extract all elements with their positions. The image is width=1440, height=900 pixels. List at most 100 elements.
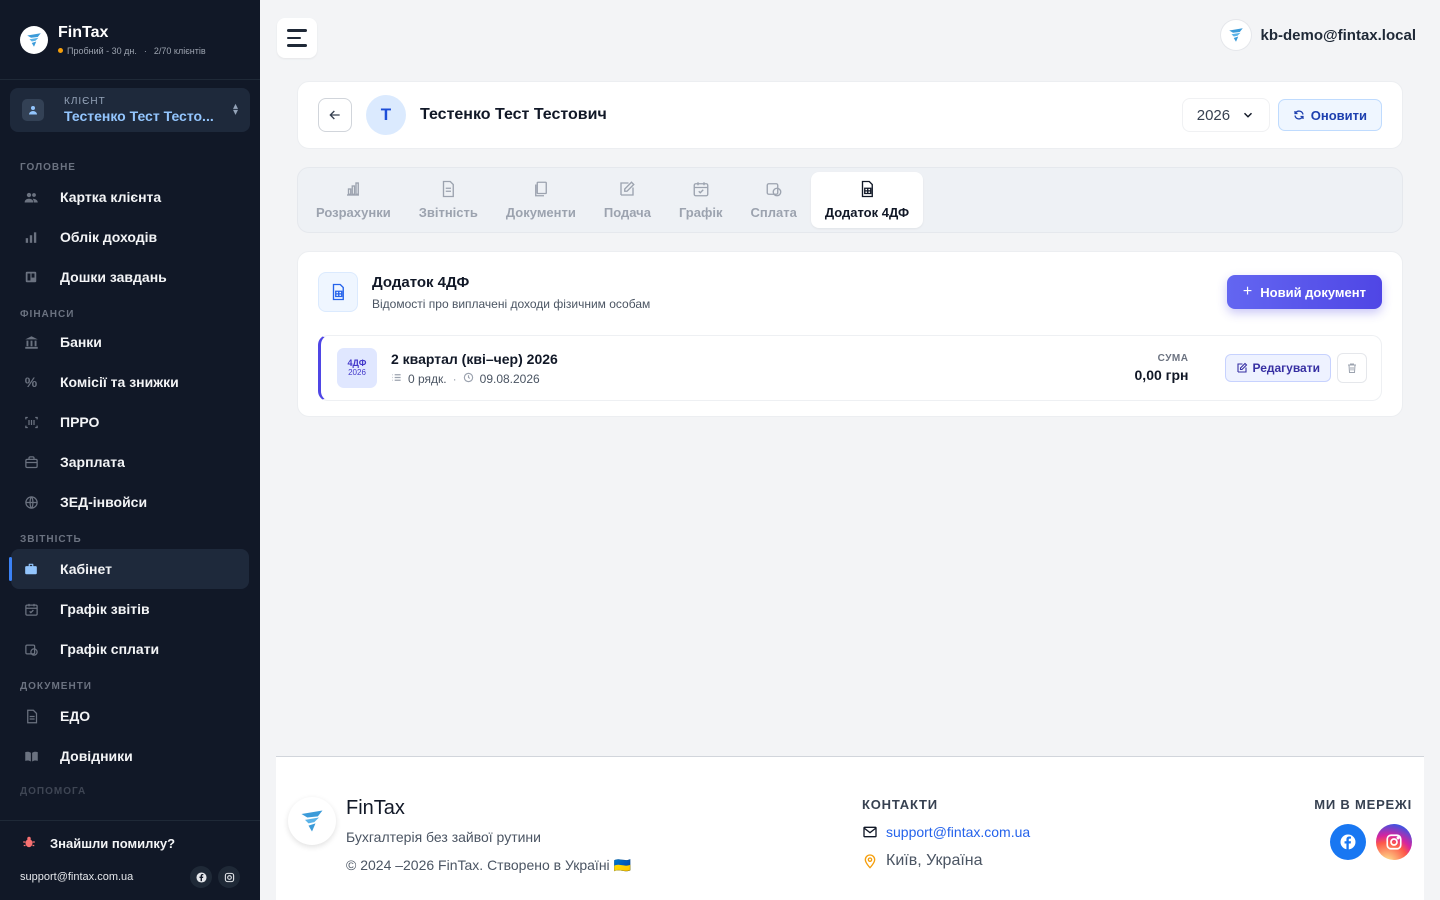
sidebar-item-directories[interactable]: Довідники xyxy=(0,736,260,776)
payment-icon xyxy=(765,180,783,201)
menu-toggle-button[interactable] xyxy=(277,18,317,58)
year-select[interactable]: 2026 xyxy=(1181,98,1270,132)
sidebar-item-salary[interactable]: Зарплата xyxy=(0,442,260,482)
delete-button[interactable] xyxy=(1337,353,1367,383)
trash-icon xyxy=(1348,363,1356,373)
support-email[interactable]: support@fintax.com.ua xyxy=(20,871,133,883)
sidebar-item-payment-schedule[interactable]: Графік сплати xyxy=(0,629,260,669)
sum-value: 0,00 грн xyxy=(1134,367,1189,383)
page-footer: FinTax Бухгалтерія без зайвої рутини © 2… xyxy=(276,756,1424,900)
facebook-icon[interactable] xyxy=(1330,824,1366,860)
barcode-icon xyxy=(22,413,40,431)
instagram-icon[interactable] xyxy=(218,866,240,888)
tab-reporting[interactable]: Звітність xyxy=(405,172,492,228)
footer-social: МИ В МЕРЕЖІ xyxy=(1314,797,1412,860)
sidebar-item-commissions[interactable]: % Комісії та знижки xyxy=(0,362,260,402)
section-title: Додаток 4ДФ xyxy=(372,274,470,291)
bar-chart-icon xyxy=(22,228,40,246)
arrow-left-icon xyxy=(329,110,340,120)
fintax-logo-icon xyxy=(20,25,48,54)
chevron-down-icon xyxy=(1243,112,1252,118)
tab-appendix-4df[interactable]: Додаток 4ДФ xyxy=(810,172,924,228)
edit-button[interactable]: Редагувати xyxy=(1224,354,1331,382)
sidebar-item-prro[interactable]: ПРРО xyxy=(0,402,260,442)
back-button[interactable] xyxy=(318,98,352,132)
tab-submission[interactable]: Подача xyxy=(590,172,665,228)
footer-city: Київ, Україна xyxy=(886,852,983,869)
sidebar-item-income[interactable]: Облік доходів xyxy=(0,217,260,257)
chevron-updown-icon: ▴ ▾ xyxy=(232,101,238,118)
doc-badge: 4ДФ 2026 xyxy=(337,348,377,388)
percent-icon: % xyxy=(24,374,38,390)
spreadsheet-icon xyxy=(318,272,358,312)
new-document-button[interactable]: + Новий документ xyxy=(1226,275,1382,309)
sidebar-footer: Знайшли помилку? support@fintax.com.ua xyxy=(0,820,260,900)
sidebar-item-banks[interactable]: Банки xyxy=(0,322,260,362)
doc-rows: 0 рядк. xyxy=(408,371,447,386)
section-subtitle: Відомості про виплачені доходи фізичним … xyxy=(372,297,651,311)
fintax-logo-icon xyxy=(288,797,336,845)
doc-date: 09.08.2026 xyxy=(479,371,540,386)
bug-report-link[interactable]: Знайшли помилку? xyxy=(0,821,260,852)
client-header: Т Тестенко Тест Тестович 2026 Оновити xyxy=(297,81,1403,149)
sidebar: FinTax Пробний - 30 дн. · 2/70 клієнтів … xyxy=(0,0,260,900)
contacts-heading: КОНТАКТИ xyxy=(862,797,938,812)
facebook-icon[interactable] xyxy=(190,866,212,888)
section-label-help: ДОПОМОГА xyxy=(20,786,87,797)
sidebar-item-zed-invoices[interactable]: ЗЕД-інвойси xyxy=(0,482,260,522)
plus-icon: + xyxy=(1242,283,1253,300)
sidebar-item-cabinet[interactable]: Кабінет xyxy=(9,549,249,589)
mail-icon xyxy=(863,826,877,838)
sidebar-item-edo[interactable]: ЕДО xyxy=(0,696,260,736)
user-email: kb-demo@fintax.local xyxy=(1260,26,1417,44)
tabs-bar: Розрахунки Звітність Документи Подача Гр… xyxy=(297,167,1403,233)
spreadsheet-icon xyxy=(858,180,876,201)
client-name: Тестенко Тест Тесто... xyxy=(64,108,214,124)
payment-schedule-icon xyxy=(22,640,40,658)
brand-name: FinTax xyxy=(58,23,109,41)
tab-documents[interactable]: Документи xyxy=(492,172,590,228)
clock-icon xyxy=(463,372,474,386)
footer-tagline: Бухгалтерія без зайвої рутини xyxy=(346,829,541,845)
map-pin-icon xyxy=(864,854,876,869)
section-label-reporting: ЗВІТНІСТЬ xyxy=(20,534,82,545)
globe-icon xyxy=(22,493,40,511)
edit-icon xyxy=(1236,362,1247,373)
sum-label: СУМА xyxy=(1157,353,1189,364)
trial-label: Пробний - 30 дн. xyxy=(67,45,137,56)
calendar-check-icon xyxy=(22,600,40,618)
board-icon xyxy=(22,268,40,286)
sidebar-item-report-schedule[interactable]: Графік звітів xyxy=(0,589,260,629)
list-icon xyxy=(391,372,402,386)
documents-icon xyxy=(532,180,550,201)
users-icon xyxy=(22,188,40,206)
sidebar-item-client-card[interactable]: Картка клієнта xyxy=(0,177,260,217)
sidebar-item-task-boards[interactable]: Дошки завдань xyxy=(0,257,260,297)
tab-schedule[interactable]: Графік xyxy=(665,172,737,228)
list-item[interactable]: 4ДФ 2026 2 квартал (кві–чер) 2026 0 рядк… xyxy=(318,335,1382,401)
client-title: Тестенко Тест Тестович xyxy=(420,106,607,123)
client-selector[interactable]: КЛІЄНТ Тестенко Тест Тесто... ▴ ▾ xyxy=(10,88,250,132)
appendix-4df-section: Додаток 4ДФ Відомості про виплачені дохо… xyxy=(297,251,1403,417)
tab-payment[interactable]: Сплата xyxy=(736,172,810,228)
section-label-finance: ФІНАНСИ xyxy=(20,309,75,320)
footer-copyright: © 2024 –2026 FinTax. Створено в Україні … xyxy=(346,857,631,873)
edit-icon xyxy=(618,180,636,201)
instagram-icon[interactable] xyxy=(1376,824,1412,860)
footer-brand: FinTax xyxy=(346,797,405,819)
wallet-icon xyxy=(22,453,40,471)
footer-contacts: КОНТАКТИ support@fintax.com.ua Київ, Укр… xyxy=(862,797,1030,870)
bank-icon xyxy=(22,333,40,351)
user-menu[interactable]: kb-demo@fintax.local xyxy=(1220,20,1417,50)
brand[interactable]: FinTax Пробний - 30 дн. · 2/70 клієнтів xyxy=(0,0,260,80)
refresh-button[interactable]: Оновити xyxy=(1277,99,1382,131)
trial-status-dot xyxy=(58,48,63,53)
calendar-icon xyxy=(692,180,710,201)
file-text-icon xyxy=(439,180,457,201)
tab-calculations[interactable]: Розрахунки xyxy=(302,172,405,228)
clients-count: 2/70 клієнтів xyxy=(153,45,206,56)
refresh-icon xyxy=(1294,110,1304,120)
user-avatar xyxy=(1220,20,1251,50)
footer-email-link[interactable]: support@fintax.com.ua xyxy=(886,824,1030,840)
client-avatar: Т xyxy=(366,95,406,135)
